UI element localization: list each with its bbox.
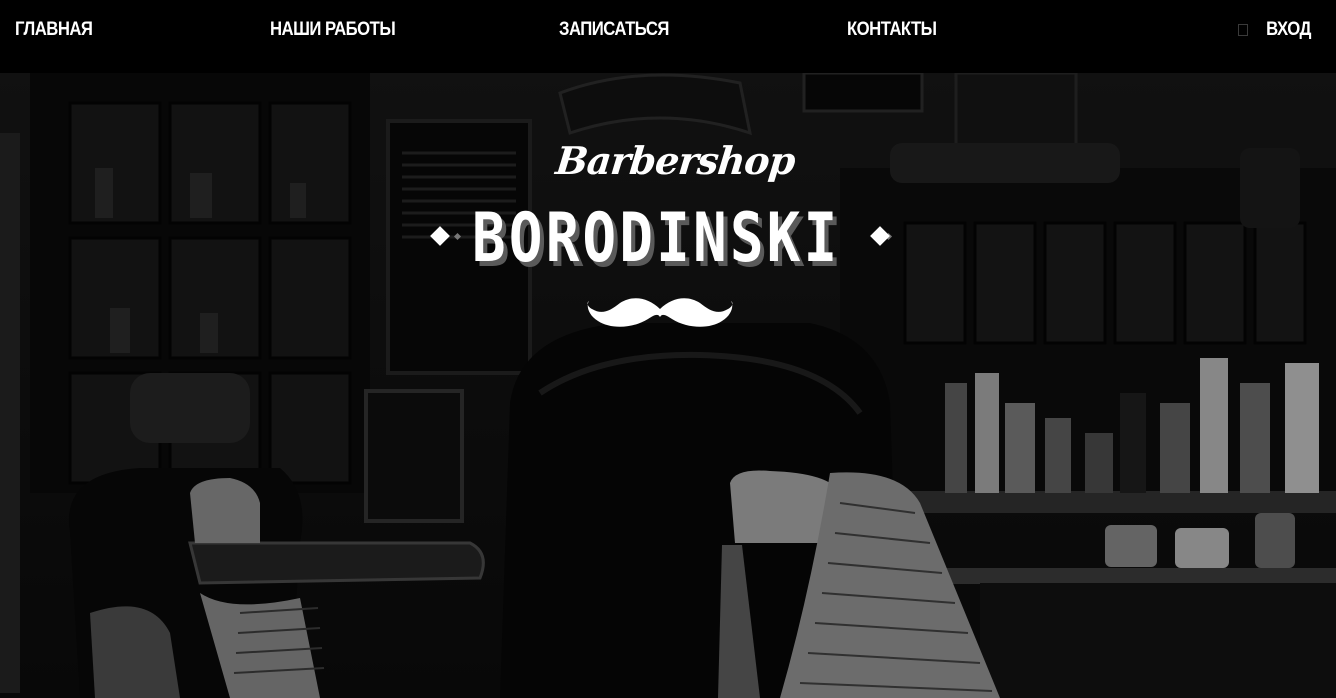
login-icon[interactable] xyxy=(1238,24,1249,36)
login-link[interactable]: ВХОД xyxy=(1266,19,1311,41)
diamond-left-icon xyxy=(430,226,450,246)
logo-brand-text: BORODINSKI xyxy=(472,199,841,278)
main-nav: ГЛАВНАЯ НАШИ РАБОТЫ ЗАПИСАТЬСЯ КОНТАКТЫ … xyxy=(0,0,1336,73)
hero-section: Barbershop BORODINSKI xyxy=(0,73,1336,698)
diamond-dot-left-icon xyxy=(453,232,462,241)
nav-link-contacts[interactable]: КОНТАКТЫ xyxy=(847,19,937,41)
diamond-right-icon xyxy=(870,226,890,246)
logo-script-text: Barbershop xyxy=(553,138,797,183)
nav-link-our-works[interactable]: НАШИ РАБОТЫ xyxy=(270,19,396,41)
nav-link-home[interactable]: ГЛАВНАЯ xyxy=(15,19,93,41)
nav-link-booking[interactable]: ЗАПИСАТЬСЯ xyxy=(559,19,669,41)
brand-logo: Barbershop BORODINSKI xyxy=(0,73,1336,698)
login-block: ВХОД xyxy=(1238,19,1312,41)
mustache-icon xyxy=(587,298,733,327)
